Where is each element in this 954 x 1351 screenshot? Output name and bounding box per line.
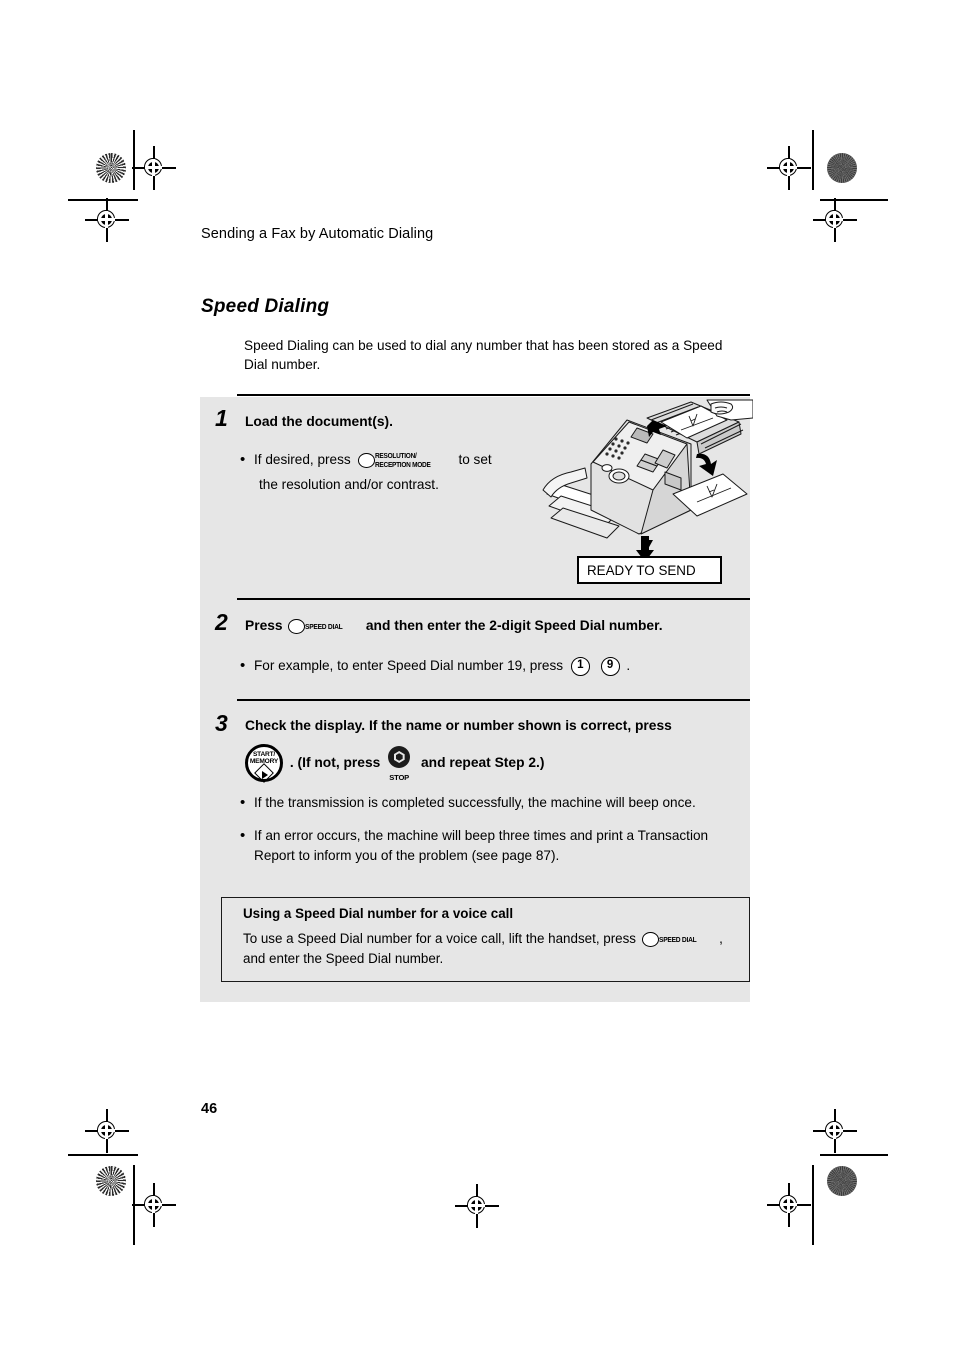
step-3-bullet-2: • If an error occurs, the machine will b… xyxy=(240,826,748,866)
resolution-button-label: RESOLUTION/RECEPTION MODE xyxy=(374,451,431,469)
crop-rule-top-left-vertical xyxy=(133,130,135,190)
bullet-glyph: • xyxy=(240,451,246,468)
step-number-3: 3 xyxy=(215,710,228,736)
step-2-bullet: • For example, to enter Speed Dial numbe… xyxy=(240,656,720,676)
display-pointer-arrow xyxy=(643,540,653,549)
registration-crosshair-bottom-right-inner xyxy=(767,1183,811,1227)
registration-dot-bottom-right xyxy=(827,1166,857,1196)
note-text-post: , xyxy=(719,931,723,946)
running-head: Sending a Fax by Automatic Dialing xyxy=(201,226,434,242)
voice-call-note-title: Using a Speed Dial number for a voice ca… xyxy=(243,906,514,921)
keypad-key-9[interactable]: 9 xyxy=(600,656,620,676)
panel-rule-top xyxy=(237,394,750,396)
step-1-bullet: • If desired, press RESOLUTION/RECEPTION… xyxy=(240,450,540,470)
button-circle-icon xyxy=(357,453,375,469)
step-2-heading-post: and then enter the 2-digit Speed Dial nu… xyxy=(365,618,663,633)
button-circle-icon xyxy=(288,619,306,635)
step-3-heading: Check the display. If the name or number… xyxy=(245,718,672,733)
crop-rule-top-right-horizontal xyxy=(820,199,888,201)
registration-star-top-left xyxy=(96,153,126,183)
registration-star-bottom-left xyxy=(96,1166,126,1196)
registration-crosshair-left-upper xyxy=(85,198,129,242)
speed-dial-button-label: SPEED DIAL xyxy=(305,621,343,631)
crop-rule-top-right-vertical xyxy=(812,130,814,190)
speed-dial-button-note[interactable]: SPEED DIAL xyxy=(641,929,702,949)
stop-button[interactable]: STOP xyxy=(386,746,412,782)
fax-machine-illustration xyxy=(541,398,754,562)
note-text-line2: and enter the Speed Dial number. xyxy=(243,951,444,967)
start-triangle-icon xyxy=(262,770,268,779)
keypad-key-1[interactable]: 1 xyxy=(570,656,590,676)
page-title: Speed Dialing xyxy=(201,296,330,317)
step-1-heading: Load the document(s). xyxy=(245,414,393,429)
registration-crosshair-left-lower xyxy=(85,1109,129,1153)
voice-call-note-body: To use a Speed Dial number for a voice c… xyxy=(243,929,735,969)
speed-dial-button-label: SPEED DIAL xyxy=(658,934,697,944)
note-text-pre: To use a Speed Dial number for a voice c… xyxy=(243,931,637,946)
step-2-bullet-pre: For example, to enter Speed Dial number … xyxy=(254,658,564,673)
step-3-bullet-2-text: If an error occurs, the machine will bee… xyxy=(254,828,709,863)
crop-rule-top-left-horizontal xyxy=(68,199,138,201)
panel-rule-step2 xyxy=(237,598,750,600)
crop-rule-bottom-right-horizontal xyxy=(820,1154,888,1156)
step-1-bullet-pre: If desired, press xyxy=(254,452,351,467)
bullet-glyph: • xyxy=(240,657,246,674)
step-1-bullet-post: to set xyxy=(458,452,492,467)
step-number-2: 2 xyxy=(215,609,228,635)
registration-crosshair-top-right-inner xyxy=(767,146,811,190)
display-readout: READY TO SEND xyxy=(577,556,722,584)
registration-crosshair-bottom-center xyxy=(455,1184,499,1228)
start-memory-button[interactable]: START/MEMORY xyxy=(245,744,283,783)
crop-rule-bottom-left-vertical xyxy=(133,1165,135,1245)
step-2-heading: Press SPEED DIAL and then enter the 2-di… xyxy=(245,616,745,636)
step-number-1: 1 xyxy=(215,405,228,431)
bullet-glyph: • xyxy=(240,794,246,811)
crop-rule-bottom-right-vertical xyxy=(812,1165,814,1245)
speed-dial-button[interactable]: SPEED DIAL xyxy=(288,616,348,636)
registration-crosshair-right-upper xyxy=(813,198,857,242)
resolution-reception-mode-button[interactable]: RESOLUTION/RECEPTION MODE xyxy=(357,450,438,470)
registration-crosshair-right-lower xyxy=(813,1109,857,1153)
button-circle-icon xyxy=(641,932,659,948)
step-2-heading-pre: Press xyxy=(245,618,283,633)
step-3-bullet-1: • If the transmission is completed succe… xyxy=(240,793,740,813)
step-3-mid-text: . (If not, press xyxy=(289,754,381,770)
panel-rule-step3 xyxy=(237,699,750,701)
step-3-bullet-1-text: If the transmission is completed success… xyxy=(254,795,696,810)
step-3-heading-controls: START/MEMORY . (If not, press STOP and r… xyxy=(245,744,745,783)
page-number: 46 xyxy=(201,1101,218,1117)
step-3-end-text: and repeat Step 2.) xyxy=(421,754,545,770)
bullet-glyph: • xyxy=(240,827,246,844)
intro-paragraph: Speed Dialing can be used to dial any nu… xyxy=(244,338,723,372)
registration-dot-top-right xyxy=(827,153,857,183)
registration-crosshair-top-left-inner xyxy=(132,146,176,190)
step-1-bullet-line2: the resolution and/or contrast. xyxy=(259,477,439,492)
step-2-bullet-post: . xyxy=(626,658,631,673)
crop-rule-bottom-left-horizontal xyxy=(68,1154,138,1156)
registration-crosshair-bottom-left-inner xyxy=(132,1183,176,1227)
stop-button-label: STOP xyxy=(389,773,410,782)
